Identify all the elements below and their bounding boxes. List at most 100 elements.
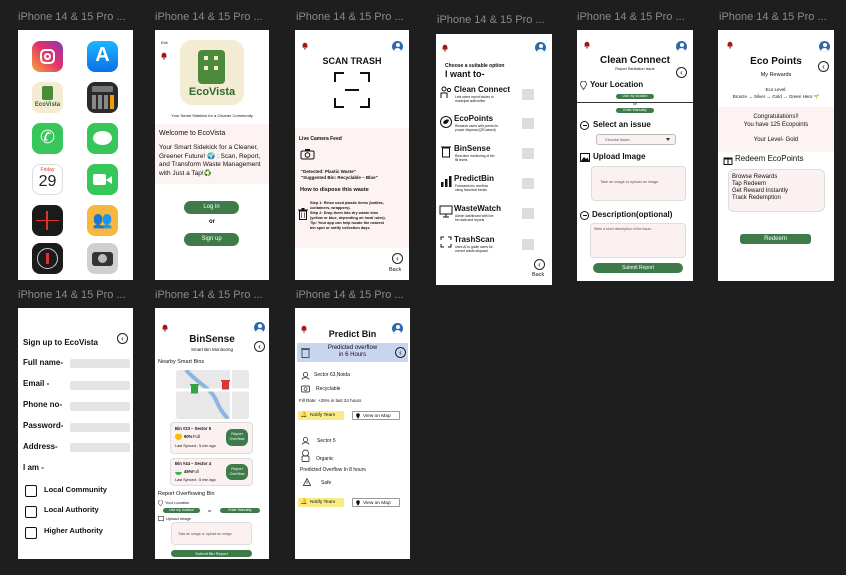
bin-card[interactable]: Bin #23 – Sector 5 90% Full Last Synced … — [170, 422, 253, 454]
higher-authority-label: Higher Authority — [44, 526, 103, 535]
i-am-label: I am - — [23, 463, 44, 472]
location-icon — [301, 436, 310, 445]
bin-card[interactable]: Bin #44 – Sector 4 45% Full Last Synced … — [170, 458, 253, 486]
view-map-button[interactable]: View on Map — [352, 411, 400, 420]
back-button[interactable]: ‹ — [117, 333, 128, 344]
fill-level-indicator — [175, 468, 182, 475]
calculator-app-icon[interactable] — [87, 82, 118, 113]
enter-manually-button[interactable]: Enter Manually — [616, 108, 654, 113]
bin-icon — [221, 380, 230, 390]
bell-icon[interactable] — [726, 41, 734, 49]
ecovista-app-icon[interactable]: EcoVista — [32, 82, 63, 113]
description-input[interactable]: Write a short description of the issue..… — [590, 223, 686, 258]
back-button[interactable]: ‹ — [254, 341, 265, 352]
password-input[interactable] — [70, 423, 130, 432]
full-name-input[interactable] — [70, 359, 130, 368]
back-label[interactable]: Back — [389, 267, 401, 273]
facetime-app-icon[interactable] — [87, 164, 118, 195]
profile-icon[interactable] — [254, 322, 265, 333]
redeem-button[interactable]: Redeem — [740, 234, 811, 244]
profile-icon[interactable] — [535, 42, 546, 53]
bell-icon[interactable] — [441, 44, 449, 52]
back-button[interactable]: ‹ — [818, 61, 829, 72]
phone-app-icon[interactable]: ✆ — [32, 123, 63, 154]
signup-button[interactable]: Sign up — [184, 233, 239, 246]
clean-connect-frame: Clean Connect Report Sanitation Issue ‹ … — [577, 30, 693, 281]
phone-input[interactable] — [70, 402, 130, 411]
image-icon — [580, 153, 590, 162]
frame-label: iPhone 14 & 15 Pro ... — [18, 11, 126, 23]
voice-memos-app-icon[interactable] — [32, 205, 63, 236]
bell-icon[interactable] — [160, 52, 168, 60]
predict-bin-frame: Predict Bin Predicted overflow in 6 Hours… — [295, 308, 410, 559]
eco-levels: Bronze → Silver → Gold → Green Hero 🌱 — [732, 94, 820, 99]
back-label[interactable]: Back — [532, 272, 544, 278]
calendar-app-icon[interactable]: Friday 29 — [32, 164, 63, 195]
family-app-icon[interactable]: 👥 — [87, 205, 118, 236]
local-community-label: Local Community — [44, 485, 107, 494]
app-store-icon[interactable]: A — [87, 41, 118, 72]
local-community-checkbox[interactable] — [25, 485, 37, 497]
option-checkbox[interactable] — [522, 239, 534, 250]
scan-trash-frame: SCAN TRASH Live Camera Feed "Detected: P… — [295, 30, 409, 280]
bin-map[interactable] — [176, 370, 249, 419]
report-overflow-button[interactable]: Report Overflow — [226, 429, 248, 446]
profile-icon[interactable] — [819, 41, 830, 52]
issue-dropdown[interactable]: Choose Issue... — [596, 134, 676, 145]
frame-label: iPhone 14 & 15 Pro ... — [719, 11, 827, 23]
submit-report-button[interactable]: Submit Report — [593, 263, 683, 273]
fill-rate: Fill Rate: +25% in last 24 hours — [299, 398, 362, 403]
dashboard-icon — [439, 205, 453, 218]
profile-icon[interactable] — [392, 41, 403, 52]
view-map-button[interactable]: View on Map — [352, 498, 400, 507]
option-checkbox[interactable] — [522, 89, 534, 100]
option-checkbox[interactable] — [522, 148, 534, 159]
home-screen-frame: A EcoVista ✆ Friday 29 👥 — [18, 30, 133, 280]
local-authority-checkbox[interactable] — [25, 506, 37, 518]
location-pin-icon — [158, 500, 163, 506]
page-title: Eco Points — [750, 56, 802, 67]
notify-team-button[interactable]: 🔔 Notify Team — [298, 498, 344, 507]
use-location-button[interactable]: Use my location — [616, 94, 654, 99]
how-heading: How to dispose this waste — [300, 187, 369, 193]
bell-outline-icon: 🔔 — [300, 499, 308, 505]
or-label: or — [208, 508, 212, 513]
notify-team-button[interactable]: 🔔 Notify Team — [298, 411, 344, 420]
bell-icon[interactable] — [301, 42, 309, 50]
enter-manually-button[interactable]: Enter Manually — [220, 508, 260, 513]
back-button[interactable]: ‹ — [534, 259, 545, 270]
bin-status: Safe — [321, 480, 332, 486]
camera-app-icon[interactable] — [87, 243, 118, 274]
address-input[interactable] — [70, 443, 130, 452]
camera-icon[interactable] — [300, 148, 315, 160]
profile-icon[interactable] — [676, 41, 687, 52]
messages-app-icon[interactable] — [87, 123, 118, 154]
welcome-heading: Welcome to EcoVista — [159, 130, 226, 137]
bell-icon[interactable] — [161, 324, 169, 332]
frame-label: iPhone 14 & 15 Pro ... — [296, 11, 404, 23]
option-checkbox[interactable] — [522, 118, 534, 129]
use-location-button[interactable]: Use my location — [163, 508, 200, 513]
back-button[interactable]: ‹ — [676, 67, 687, 78]
points-balance: You have 125 Ecopoints — [743, 122, 809, 128]
back-button[interactable]: ‹ — [395, 347, 406, 358]
exit-link[interactable]: Exit — [161, 40, 168, 45]
option-checkbox[interactable] — [522, 208, 534, 219]
scan-frame-icon[interactable] — [333, 71, 371, 109]
page-title: SCAN TRASH — [322, 56, 382, 66]
signup-frame: Sign up to EcoVista ‹ Full name- Email -… — [18, 308, 133, 559]
people-icon — [440, 86, 452, 98]
upload-area[interactable]: Take an image or upload an image — [591, 166, 686, 201]
submit-bin-report-button[interactable]: Submit Bin Report — [171, 550, 252, 557]
report-overflow-button[interactable]: Report Overflow — [226, 464, 248, 480]
compass-app-icon[interactable] — [32, 243, 63, 274]
login-button[interactable]: Log in — [184, 201, 239, 214]
back-button[interactable]: ‹ — [392, 253, 403, 264]
higher-authority-checkbox[interactable] — [25, 527, 37, 539]
email-input[interactable] — [70, 381, 130, 390]
description-heading: Description(optional) — [592, 210, 673, 219]
upload-area[interactable]: Take an image or upload an image — [171, 522, 252, 545]
bell-icon[interactable] — [583, 41, 591, 49]
option-checkbox[interactable] — [522, 178, 534, 189]
instagram-app-icon[interactable] — [32, 41, 63, 72]
